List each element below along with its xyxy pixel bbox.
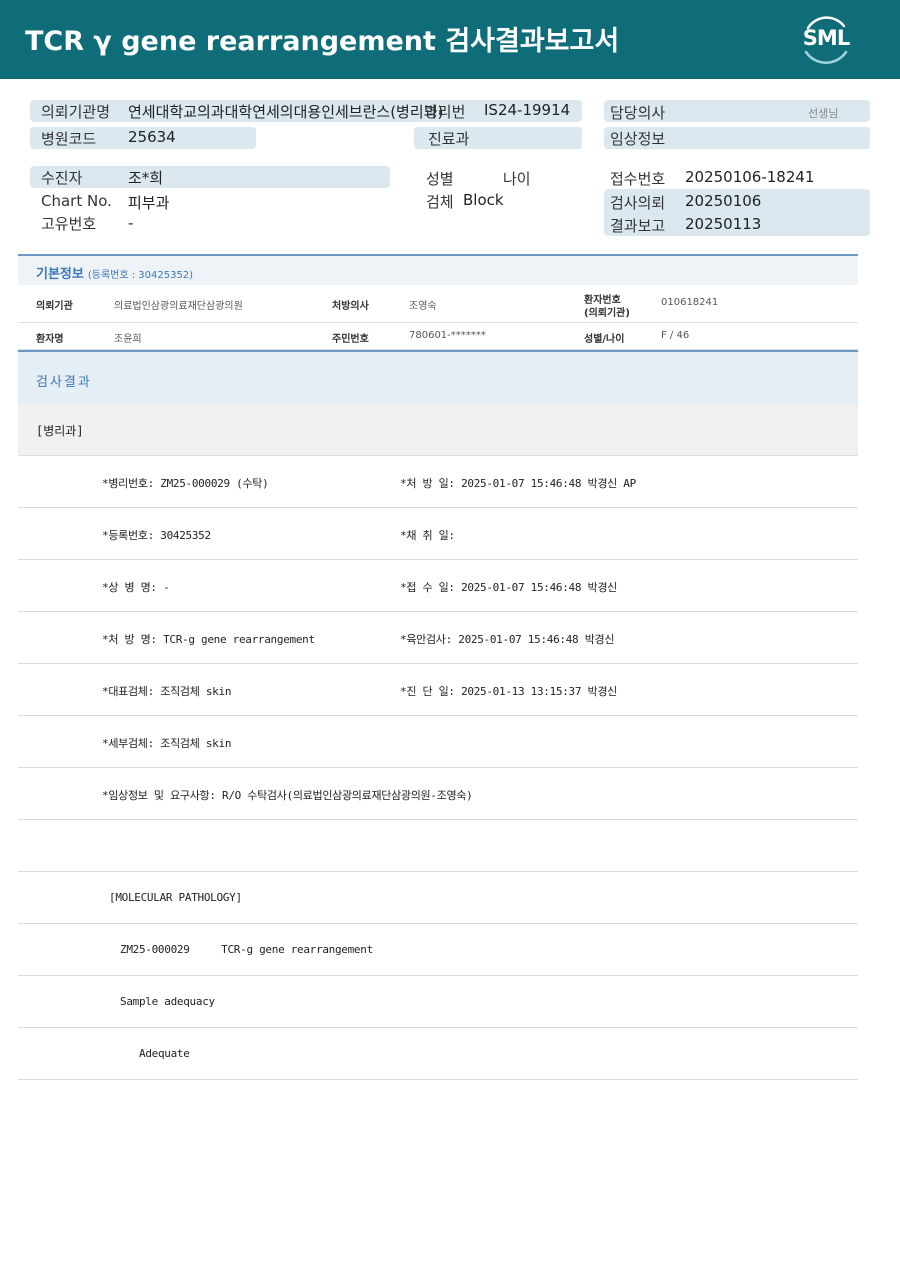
basic-info-row: 의뢰기관 의료법인삼광의료재단삼광의원 처방의사 조영숙 환자번호 (의뢰기관)… — [18, 285, 858, 323]
result-line: *상 병 명: - *접 수 일: 2025-01-07 15:46:48 박경… — [18, 560, 858, 612]
result-line: *처 방 명: TCR-g gene rearrangement *육안검사: … — [18, 612, 858, 664]
info-key: 주민번호 — [332, 334, 369, 345]
info-key: 처방의사 — [332, 301, 369, 312]
sml-logo: SML — [798, 12, 854, 66]
result-line-left: *등록번호: 30425352 — [102, 529, 211, 542]
unique-no-label: 고유번호 — [41, 215, 97, 233]
department-label: 진료과 — [428, 130, 470, 148]
patient-label: 수진자 — [41, 169, 83, 187]
registration-label: 병리번 — [424, 103, 466, 121]
result-line-right: *처 방 일: 2025-01-07 15:46:48 박경신 AP — [400, 477, 636, 490]
info-value: 의료법인삼광의료재단삼광의원 — [114, 301, 243, 312]
basic-info-title-text: 기본정보 — [36, 267, 84, 282]
result-line-left: *상 병 명: - — [102, 581, 170, 594]
chart-no-value: 피부과 — [128, 194, 170, 212]
result-line-empty — [18, 820, 858, 872]
institution-value: 연세대학교의과대학연세의대용인세브란스(병리과) — [128, 103, 444, 121]
molecular-line: ZM25-000029 TCR-g gene rearrangement — [18, 924, 858, 976]
info-value: 조윤희 — [114, 334, 142, 345]
result-report-value: 20250113 — [685, 215, 762, 233]
info-key: 성별/나이 — [584, 334, 625, 345]
sex-label: 성별 — [426, 170, 454, 188]
attending-doctor-label: 담당의사 — [610, 104, 666, 122]
logo-text: SML — [802, 26, 850, 50]
report-header: TCR γ gene rearrangement 검사결과보고서 SML — [0, 0, 900, 79]
result-line-right: *접 수 일: 2025-01-07 15:46:48 박경신 — [400, 581, 617, 594]
basic-info-subtitle: (등록번호 : 30425352) — [87, 270, 194, 281]
result-line: *세부검체: 조직검체 skin — [18, 716, 858, 768]
report-title: TCR γ gene rearrangement 검사결과보고서 — [25, 26, 620, 57]
age-label: 나이 — [503, 170, 531, 188]
patient-pill — [30, 166, 390, 188]
chart-no-label: Chart No. — [41, 192, 112, 210]
department-row: [병리과] — [18, 404, 858, 456]
result-line-left: *병리번호: ZM25-000029 (수탁) — [102, 477, 269, 490]
info-value: 780601-******* — [409, 330, 486, 341]
result-line: *병리번호: ZM25-000029 (수탁) *처 방 일: 2025-01-… — [18, 456, 858, 508]
result-line-left: *임상정보 및 요구사항: R/O 수탁검사(의료법인삼광의료재단삼광의원-조영… — [102, 789, 473, 802]
result-report-label: 결과보고 — [610, 217, 666, 235]
specimen-label: 검체 — [426, 193, 454, 211]
molecular-section-title: [MOLECULAR PATHOLOGY] — [109, 891, 242, 904]
patient-value: 조*희 — [128, 169, 164, 187]
molecular-line: Adequate — [18, 1028, 858, 1080]
result-line-left: *세부검체: 조직검체 skin — [102, 737, 232, 750]
molecular-line: Sample adequacy — [18, 976, 858, 1028]
results-title: 검사결과 — [36, 375, 92, 390]
specimen-value: Block — [463, 191, 504, 209]
basic-info-row: 환자명 조윤희 주민번호 780601-******* 성별/나이 F / 46 — [18, 323, 858, 350]
info-key-sub: (의뢰기관) — [584, 308, 630, 319]
receipt-no-value: 20250106-18241 — [685, 168, 815, 186]
result-line: *임상정보 및 요구사항: R/O 수탁검사(의료법인삼광의료재단삼광의원-조영… — [18, 768, 858, 820]
info-key: 의뢰기관 — [36, 301, 73, 312]
result-line-left: *처 방 명: TCR-g gene rearrangement — [102, 633, 315, 646]
result-line-left: *대표검체: 조직검체 skin — [102, 685, 232, 698]
basic-info-title: 기본정보 (등록번호 : 30425352) — [36, 263, 193, 282]
molecular-adequacy-label: Sample adequacy — [120, 995, 215, 1008]
result-line-right: *채 취 일: — [400, 529, 455, 542]
hospital-code-value: 25634 — [128, 128, 176, 146]
result-line-right: *진 단 일: 2025-01-13 13:15:37 박경신 — [400, 685, 617, 698]
info-value: F / 46 — [661, 330, 690, 341]
doctor-suffix: 선생님 — [808, 107, 839, 120]
institution-label: 의뢰기관명 — [41, 103, 111, 121]
unique-no-value: - — [128, 214, 134, 232]
info-value: 010618241 — [661, 297, 719, 308]
hospital-code-label: 병원코드 — [41, 130, 97, 148]
info-key: 환자명 — [36, 334, 64, 345]
result-line: *등록번호: 30425352 *채 취 일: — [18, 508, 858, 560]
clinical-info-label: 임상정보 — [610, 130, 666, 148]
department-text: [병리과] — [36, 424, 84, 438]
test-request-value: 20250106 — [685, 192, 762, 210]
molecular-test-line: ZM25-000029 TCR-g gene rearrangement — [120, 943, 373, 956]
info-value: 조영숙 — [409, 301, 437, 312]
result-line-right: *육안검사: 2025-01-07 15:46:48 박경신 — [400, 633, 615, 646]
result-line: *대표검체: 조직검체 skin *진 단 일: 2025-01-13 13:1… — [18, 664, 858, 716]
receipt-no-label: 접수번호 — [610, 170, 666, 188]
test-request-label: 검사의뢰 — [610, 194, 666, 212]
results-header: 검사결과 — [18, 350, 858, 404]
basic-info-header: 기본정보 (등록번호 : 30425352) — [18, 254, 858, 285]
registration-value: IS24-19914 — [484, 101, 571, 119]
molecular-adequacy-value: Adequate — [139, 1047, 190, 1060]
molecular-line: [MOLECULAR PATHOLOGY] — [18, 872, 858, 924]
